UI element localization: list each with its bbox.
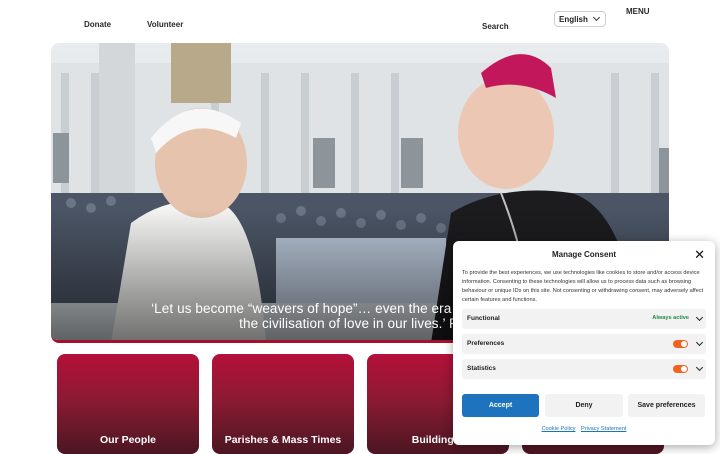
language-value: English [559,14,588,24]
cookie-consent-dialog: Manage Consent ✕ To provide the best exp… [453,241,715,445]
deny-button[interactable]: Deny [545,394,623,417]
chevron-down-icon [592,13,601,22]
always-active-badge: Always active [652,315,689,321]
privacy-statement-link[interactable]: Privacy Statement [581,426,626,432]
consent-links: Cookie Policy Privacy Statement [453,426,715,432]
consent-description: To provide the best experiences, we use … [462,270,704,303]
save-preferences-button[interactable]: Save preferences [628,394,705,417]
language-select[interactable]: English [554,11,606,27]
card-parishes[interactable]: Parishes & Mass Times [212,354,354,454]
close-icon[interactable]: ✕ [694,248,705,261]
chevron-down-icon[interactable] [695,363,704,372]
chevron-down-icon[interactable] [695,313,704,322]
pref-label: Functional [467,315,500,322]
consent-title: Manage Consent [551,250,616,259]
accept-button[interactable]: Accept [462,394,539,417]
cookie-policy-link[interactable]: Cookie Policy [542,426,576,432]
preferences-toggle[interactable] [673,340,688,348]
pref-label: Statistics [467,365,496,372]
pref-label: Preferences [467,340,505,347]
card-our-people[interactable]: Our People [57,354,199,454]
pref-preferences[interactable]: Preferences [462,334,706,354]
search-button[interactable]: Search [482,22,509,31]
menu-button[interactable]: MENU [626,7,650,16]
card-label: Our People [99,434,156,446]
pref-functional[interactable]: Functional Always active [462,309,706,329]
volunteer-link[interactable]: Volunteer [147,20,183,29]
statistics-toggle[interactable] [673,365,688,373]
donate-link[interactable]: Donate [84,20,111,29]
pref-statistics[interactable]: Statistics [462,359,706,379]
card-label: Parishes & Mass Times [224,434,342,446]
site-header: Donate Volunteer Search English MENU [0,0,720,40]
chevron-down-icon[interactable] [695,338,704,347]
